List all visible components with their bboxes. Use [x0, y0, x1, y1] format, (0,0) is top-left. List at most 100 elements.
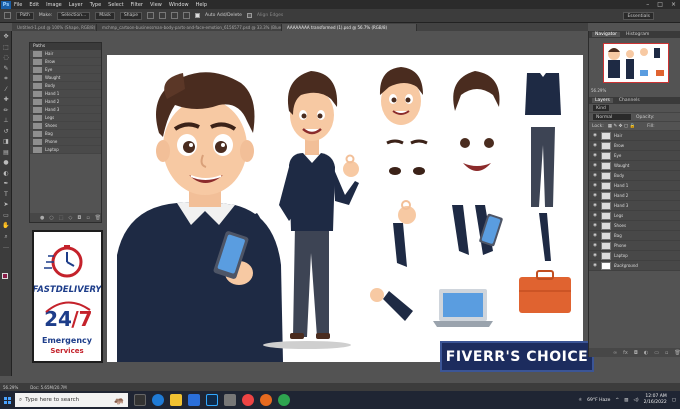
new-path-icon[interactable]: ▫ [86, 215, 89, 221]
navigator-thumbnail[interactable] [603, 43, 669, 83]
move-tool-icon[interactable]: ✥ [2, 33, 10, 41]
eye-icon[interactable]: ◉ [592, 213, 598, 218]
layer-row[interactable]: ◉ Waught [589, 161, 680, 171]
eye-icon[interactable]: ◉ [592, 183, 598, 188]
mode-select[interactable]: Path [16, 11, 34, 20]
tab-layers[interactable]: Layers [592, 98, 613, 103]
layer-row[interactable]: ◉ Legs [589, 211, 680, 221]
weather-icon[interactable]: ☼ [578, 398, 582, 403]
store-icon[interactable] [188, 394, 200, 406]
tray-arrow-icon[interactable]: ^ [615, 398, 619, 403]
menu-select[interactable]: Select [108, 2, 123, 8]
firefox-icon[interactable] [260, 394, 272, 406]
hand-tool-icon[interactable]: ✋ [2, 222, 10, 230]
path-item[interactable]: Brow [30, 58, 101, 66]
mask-button[interactable]: Mask [95, 11, 115, 20]
clock[interactable]: 12:07 AM 2/16/2022 [644, 394, 667, 406]
tab-channels[interactable]: Channels [619, 98, 640, 103]
align-edges-checkbox[interactable] [246, 13, 252, 18]
tab-transformed[interactable]: AAAAAAAA transformed (1).psd @ 56.7% (RG… [282, 24, 417, 31]
network-icon[interactable]: ▥ [624, 398, 628, 403]
menu-filter[interactable]: Filter [131, 2, 143, 8]
layer-row[interactable]: ◉ Body [589, 171, 680, 181]
make-work-path-icon[interactable]: ◇ [68, 215, 72, 221]
task-view-icon[interactable] [134, 394, 146, 406]
shape-button[interactable]: Shape [119, 11, 142, 20]
type-tool-icon[interactable]: T [2, 191, 10, 199]
eye-icon[interactable]: ◉ [592, 233, 598, 238]
blur-tool-icon[interactable]: ● [2, 159, 10, 167]
blend-mode-select[interactable]: Normal [592, 113, 632, 121]
path-item[interactable]: Eye [30, 66, 101, 74]
path-item[interactable]: Body [30, 82, 101, 90]
path-item[interactable]: Bag [30, 130, 101, 138]
path-alignment-icon[interactable] [158, 12, 166, 19]
foreground-color-swatch[interactable] [2, 273, 8, 279]
shape-tool-icon[interactable]: ▭ [2, 212, 10, 220]
history-brush-icon[interactable]: ↺ [2, 128, 10, 136]
crop-tool-icon[interactable]: ⌗ [2, 75, 10, 83]
workspace-select[interactable]: Essentials [623, 12, 654, 20]
menu-image[interactable]: Image [46, 2, 62, 8]
eye-icon[interactable]: ◉ [592, 193, 598, 198]
weather-text[interactable]: 69°F Haze [587, 398, 610, 403]
link-layers-icon[interactable]: ∞ [613, 350, 617, 356]
quick-select-tool-icon[interactable]: ✎ [2, 65, 10, 73]
add-mask-icon[interactable]: ◘ [77, 215, 81, 221]
path-item[interactable]: Legs [30, 114, 101, 122]
more-tools-icon[interactable]: … [2, 243, 10, 251]
layer-row[interactable]: ◉ Hair [589, 131, 680, 141]
brush-tool-icon[interactable]: ✏ [2, 107, 10, 115]
path-item[interactable]: Hand 1 [30, 90, 101, 98]
selection-button[interactable]: Selection... [57, 11, 91, 20]
path-item[interactable]: Hand 3 [30, 106, 101, 114]
app-icon[interactable] [224, 394, 236, 406]
new-group-icon[interactable]: ▭ [654, 350, 659, 356]
gear-icon[interactable] [182, 12, 190, 19]
menu-window[interactable]: Window [169, 2, 189, 8]
marquee-tool-icon[interactable]: ⬚ [2, 44, 10, 52]
kind-filter-select[interactable]: Kind [592, 104, 610, 112]
layer-row[interactable]: ◉ Hand 3 [589, 201, 680, 211]
eye-icon[interactable]: ◉ [592, 253, 598, 258]
document-canvas[interactable] [107, 55, 583, 362]
path-item[interactable]: Shoes [30, 122, 101, 130]
notifications-icon[interactable]: ▢ [672, 398, 676, 403]
add-mask-icon[interactable]: ◘ [634, 350, 638, 356]
eye-icon[interactable]: ◉ [592, 143, 598, 148]
zoom-tool-icon[interactable]: ⌕ [2, 233, 10, 241]
edge-browser-icon[interactable] [152, 394, 164, 406]
minimize-icon[interactable]: – [646, 1, 649, 8]
eye-icon[interactable]: ◉ [592, 163, 598, 168]
menu-layer[interactable]: Layer [69, 2, 83, 8]
paths-panel-title[interactable]: Paths [30, 43, 101, 50]
layer-row[interactable]: ◉ Brow [589, 141, 680, 151]
stroke-path-icon[interactable]: ○ [49, 215, 53, 221]
tab-untitled[interactable]: Untitled-1.psd @ 100% (Shape, RGB/8) [12, 24, 97, 31]
path-item[interactable]: Laptop [30, 146, 101, 154]
layer-row[interactable]: ◉ Phone [589, 241, 680, 251]
lasso-tool-icon[interactable]: ◌ [2, 54, 10, 62]
menu-file[interactable]: File [14, 2, 22, 8]
adjustment-layer-icon[interactable]: ◐ [644, 350, 648, 356]
tab-navigator[interactable]: Navigator [592, 32, 621, 37]
layer-row[interactable]: ◉ Hand 1 [589, 181, 680, 191]
trash-icon[interactable]: 🗑 [674, 350, 680, 356]
path-operations-icon[interactable] [146, 12, 154, 19]
trash-icon[interactable]: 🗑 [95, 215, 101, 221]
menu-type[interactable]: Type [90, 2, 101, 8]
layer-row[interactable]: ◉ Eye [589, 151, 680, 161]
layer-row[interactable]: ◉ Bag [589, 231, 680, 241]
eraser-tool-icon[interactable]: ◨ [2, 138, 10, 146]
eyedropper-tool-icon[interactable]: ⁄ [2, 86, 10, 94]
volume-icon[interactable]: ◁) [633, 398, 638, 403]
photoshop-taskbar-icon[interactable] [206, 394, 218, 406]
close-icon[interactable]: × [671, 1, 676, 8]
layer-row[interactable]: ◉ Hand 2 [589, 191, 680, 201]
menu-edit[interactable]: Edit [29, 2, 39, 8]
stamp-tool-icon[interactable]: ⊥ [2, 117, 10, 125]
auto-add-delete-checkbox[interactable] [194, 13, 200, 18]
eye-icon[interactable]: ◉ [592, 263, 598, 268]
windows-start-icon[interactable] [0, 391, 14, 409]
tab-histogram[interactable]: Histogram [626, 32, 649, 37]
